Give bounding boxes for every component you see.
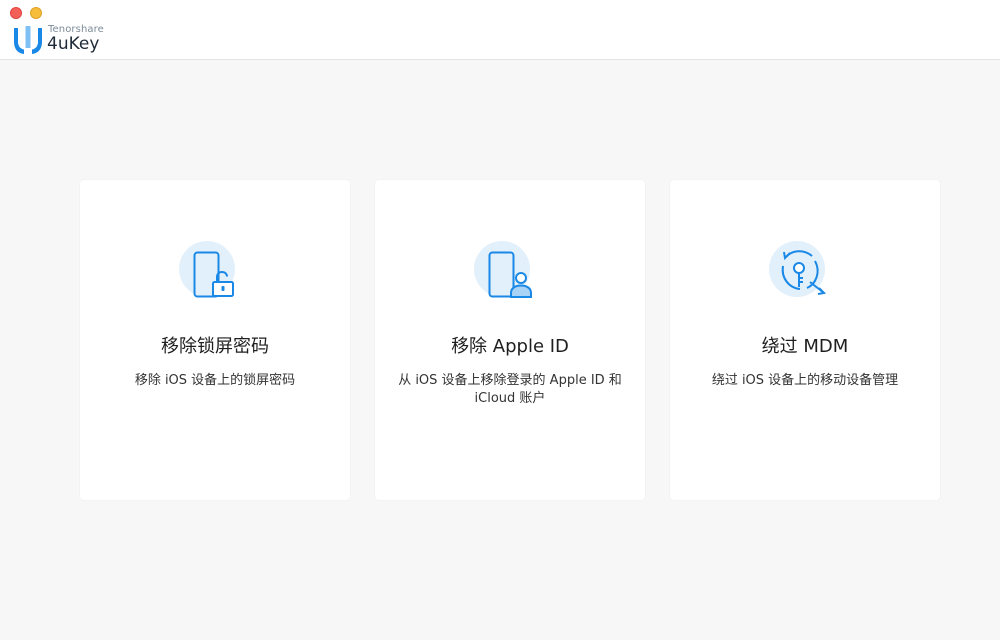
card-title: 移除 Apple ID <box>451 336 569 357</box>
phone-account-icon <box>474 241 532 298</box>
card-description: 绕过 iOS 设备上的移动设备管理 <box>711 373 899 388</box>
phone-unlock-icon <box>179 241 235 298</box>
tenorshare-logo-icon <box>14 26 42 54</box>
bypass-mdm-card[interactable]: 绕过 MDM 绕过 iOS 设备上的移动设备管理 <box>670 180 940 500</box>
app-window: Tenorshare 4uKey 移除锁屏密码 移除 iOS 设备上的锁屏密码 … <box>0 0 1000 640</box>
brand-product: 4uKey <box>47 34 100 54</box>
key-bypass-icon <box>769 241 827 297</box>
minimize-window-button[interactable] <box>30 7 42 19</box>
title-bar: Tenorshare 4uKey <box>0 0 1000 60</box>
feature-cards: 移除锁屏密码 移除 iOS 设备上的锁屏密码 移除 Apple ID 从 iOS… <box>80 180 941 500</box>
remove-screen-passcode-card[interactable]: 移除锁屏密码 移除 iOS 设备上的锁屏密码 <box>80 180 350 500</box>
remove-apple-id-card[interactable]: 移除 Apple ID 从 iOS 设备上移除登录的 Apple ID 和 iC… <box>375 180 645 500</box>
card-description: 从 iOS 设备上移除登录的 Apple ID 和 iCloud 账户 <box>398 373 622 406</box>
card-title: 移除锁屏密码 <box>161 336 269 357</box>
close-window-button[interactable] <box>10 7 22 19</box>
card-description: 移除 iOS 设备上的锁屏密码 <box>134 373 296 388</box>
card-title: 绕过 MDM <box>761 336 849 357</box>
